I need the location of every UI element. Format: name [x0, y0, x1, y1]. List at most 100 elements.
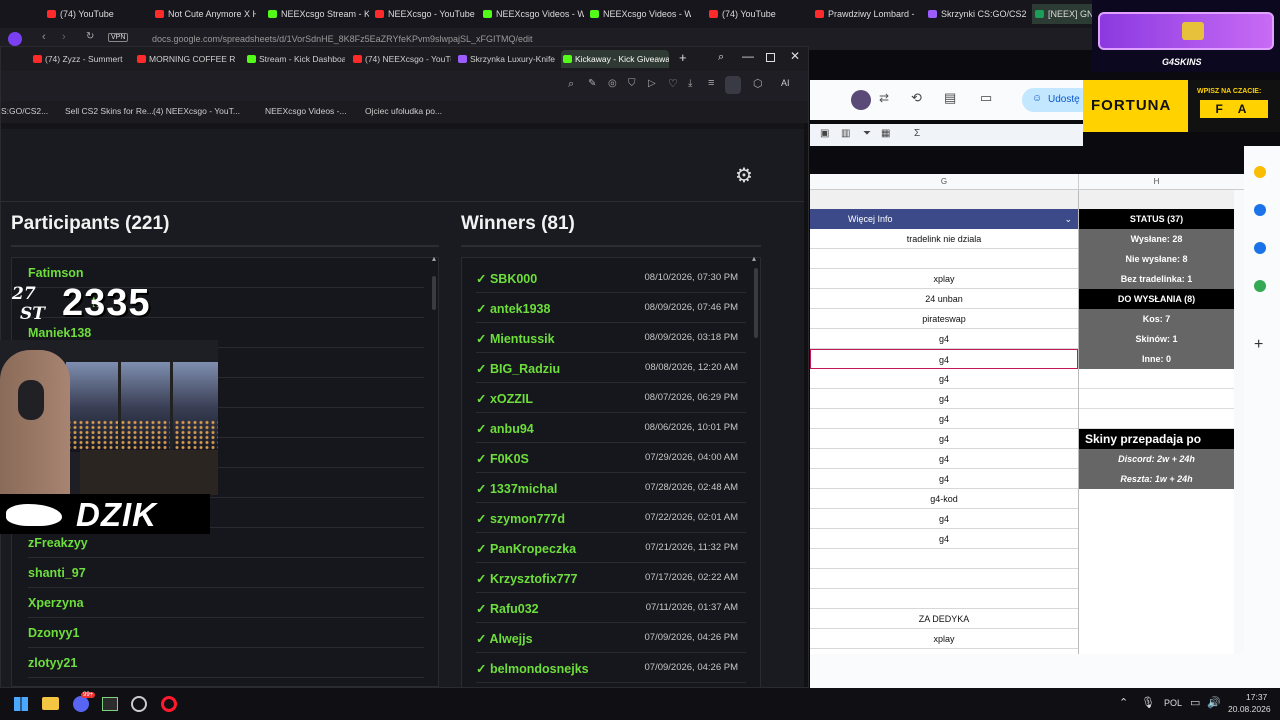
network-icon[interactable]: ▭ — [1190, 696, 1200, 709]
g4skins-ad[interactable]: G4SKINS — [1092, 0, 1280, 72]
g-cell[interactable]: 24 unban — [810, 289, 1078, 309]
status-header[interactable]: STATUS (37) — [1079, 209, 1234, 229]
scrollbar-thumb[interactable] — [432, 276, 436, 310]
steam-icon[interactable] — [131, 696, 147, 712]
microphone-icon[interactable]: 🎙 — [1141, 696, 1155, 709]
g-cell[interactable]: ZA DEDYKA — [810, 609, 1078, 629]
functions-icon[interactable]: Σ — [914, 128, 920, 139]
outer-tab[interactable]: NEEXcsgo Stream - Kick — [265, 4, 369, 24]
page-scrollbar[interactable] — [804, 123, 808, 687]
outer-url[interactable]: docs.google.com/spreadsheets/d/1VorSdnHE… — [152, 34, 533, 44]
table-icon[interactable]: ▦ — [881, 128, 890, 139]
scrollbar-thumb[interactable] — [754, 268, 758, 338]
more-info-header[interactable]: Więcej Info ⌄ — [810, 209, 1078, 229]
comment-icon[interactable]: ▣ — [820, 128, 829, 139]
g-cell[interactable]: g4 — [810, 469, 1078, 489]
new-tab-icon[interactable]: + — [679, 50, 687, 65]
camera-icon[interactable]: ◎ — [608, 78, 617, 89]
menu-icon[interactable]: ≡ — [708, 77, 714, 89]
g-cell[interactable]: xplay — [810, 629, 1078, 649]
language-indicator[interactable]: POL — [1164, 698, 1182, 708]
bookmark[interactable]: S:GO/CS2... — [1, 106, 48, 116]
minimize-icon[interactable]: — — [742, 49, 754, 63]
windows-start-icon[interactable] — [14, 697, 28, 711]
add-icon[interactable]: + — [1254, 336, 1263, 354]
settings-gear-icon[interactable]: ⚙ — [735, 163, 753, 188]
play-icon[interactable]: ▷ — [648, 78, 656, 89]
inner-tab[interactable]: Stream - Kick Dashboar — [245, 50, 345, 68]
maximize-icon[interactable] — [766, 53, 775, 62]
bookmark[interactable]: Sell CS2 Skins for Re... — [65, 106, 154, 116]
column-header-g[interactable]: G — [810, 177, 1078, 186]
chevron-down-icon[interactable]: ⌄ — [1064, 209, 1072, 229]
back-icon[interactable]: ‹ — [42, 31, 46, 43]
tray-chevron-icon[interactable]: ⌃ — [1119, 696, 1128, 709]
bookmark[interactable]: (4) NEEXcsgo - YouT... — [153, 106, 240, 116]
inner-tab[interactable]: MORNING COFFEE RUN — [135, 50, 235, 68]
g-cell[interactable]: g4 — [810, 529, 1078, 549]
status-cell[interactable]: Wysłane: 28 — [1079, 229, 1234, 249]
status-cell[interactable] — [1079, 389, 1234, 409]
file-explorer-icon[interactable] — [42, 697, 59, 710]
g-cell[interactable]: g4 — [810, 329, 1078, 349]
ai-button[interactable]: AI — [781, 78, 790, 88]
g-cell[interactable]: g4 — [810, 409, 1078, 429]
heart-icon[interactable]: ♡ — [668, 77, 678, 90]
history-icon[interactable]: ⟲ — [911, 90, 922, 106]
to-send-header[interactable]: DO WYSŁANIA (8) — [1079, 289, 1234, 309]
status-cell[interactable] — [1079, 369, 1234, 389]
status-cell[interactable]: Discord: 2w + 24h — [1079, 449, 1234, 469]
search-tabs-icon[interactable]: ⌕ — [718, 51, 724, 64]
g-cell[interactable]: pirateswap — [810, 309, 1078, 329]
g-cell[interactable] — [810, 589, 1078, 609]
outer-tab[interactable]: (74) YouTube — [44, 4, 150, 24]
vpn-badge[interactable]: VPN — [108, 33, 129, 42]
extensions-icon[interactable]: ⬡ — [753, 77, 763, 90]
avatar[interactable] — [851, 90, 871, 110]
status-cell[interactable]: Reszta: 1w + 24h — [1079, 469, 1234, 489]
g-cell[interactable]: g4 — [810, 429, 1078, 449]
g-cell[interactable] — [810, 549, 1078, 569]
g-cell[interactable]: g4 — [810, 449, 1078, 469]
status-cell[interactable]: Nie wysłane: 8 — [1079, 249, 1234, 269]
outer-tab[interactable]: NEEXcsgo - YouTube — [372, 4, 476, 24]
outer-tab[interactable]: NEEXcsgo Videos - Watc — [587, 4, 691, 24]
status-cell[interactable]: Bez tradelinka: 1 — [1079, 269, 1234, 289]
reload-icon[interactable]: ↻ — [86, 31, 94, 42]
scroll-up-icon[interactable]: ▴ — [432, 254, 436, 263]
g-cell[interactable]: g4 — [810, 369, 1078, 389]
scroll-up-icon[interactable]: ▴ — [752, 254, 756, 263]
clock-time[interactable]: 17:37 — [1246, 692, 1267, 702]
close-icon[interactable]: ✕ — [790, 49, 800, 63]
outer-tab[interactable]: Not Cute Anymore X Hi — [152, 4, 256, 24]
app-icon[interactable] — [102, 697, 118, 711]
g-cell[interactable]: g4-kod — [810, 489, 1078, 509]
outer-tab[interactable]: NEEXcsgo Videos - Watc — [480, 4, 584, 24]
meet-icon[interactable]: ▭ — [980, 90, 992, 106]
filter-icon[interactable]: ⏷ — [863, 128, 871, 139]
forward-icon[interactable]: › — [62, 31, 66, 43]
g-cell[interactable]: tradelink nie dziala — [810, 229, 1078, 249]
inner-tab[interactable]: Skrzynka Luxury-Knife | — [456, 50, 556, 68]
shield-icon[interactable]: ⛉ — [628, 78, 636, 89]
inner-tab[interactable]: (74) Zyzz - Summert — [31, 50, 131, 68]
outer-tab[interactable]: (74) YouTube — [706, 4, 810, 24]
edit-icon[interactable]: ✎ — [588, 78, 596, 89]
status-cell[interactable] — [1079, 409, 1234, 429]
inner-tab-active[interactable]: Kickaway - Kick Giveaway — [561, 50, 669, 68]
inner-tab[interactable]: (74) NEEXcsgo - YouTu — [351, 50, 451, 68]
outer-tab[interactable]: Prawdziwy Lombard - O — [812, 4, 916, 24]
status-cell[interactable]: Kos: 7 — [1079, 309, 1234, 329]
skins-expire-header[interactable]: Skiny przepadaja po — [1079, 429, 1234, 449]
chart-icon[interactable]: ▥ — [841, 128, 850, 139]
view-toggle-icon[interactable]: ⇄ — [879, 91, 889, 105]
search-icon[interactable]: ⌕ — [568, 78, 574, 91]
clock-date[interactable]: 20.08.2026 — [1228, 704, 1271, 714]
comments-icon[interactable]: ▤ — [944, 90, 956, 106]
discord-icon[interactable] — [73, 696, 89, 712]
g-cell[interactable] — [810, 569, 1078, 589]
contacts-icon[interactable] — [1254, 242, 1266, 254]
status-cell[interactable]: Skinów: 1 — [1079, 329, 1234, 349]
outer-tab[interactable]: Skrzynki CS:GO/CS2 | G — [925, 4, 1029, 24]
share-button[interactable]: ☺ Udostę — [1022, 88, 1092, 112]
